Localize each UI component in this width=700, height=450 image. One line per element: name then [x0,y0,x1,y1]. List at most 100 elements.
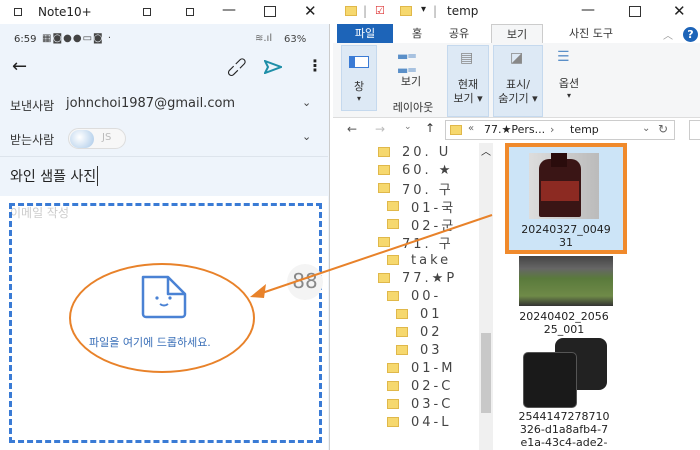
toolbar-icon[interactable] [143,8,151,16]
tree-folder-item[interactable]: 02 [396,323,443,341]
floating-menu-button[interactable]: 88 [287,264,323,300]
dropdown-icon: ▾ [356,94,361,103]
pane-button[interactable]: 창 ▾ [341,45,377,111]
quick-access-dropdown-icon[interactable]: ▾ [421,4,426,15]
folder-icon [378,147,390,157]
tree-folder-item[interactable]: 77.★P [378,269,457,287]
current-view-button[interactable]: ▤ 현재 보기 ▾ [447,45,489,117]
from-chevron-icon[interactable]: ⌄ [302,96,311,109]
tree-folder-item[interactable]: 00- [387,287,441,305]
current-view-label-2: 보기 ▾ [453,92,483,105]
file-smile-icon [141,275,187,319]
tree-folder-item[interactable]: 03 [396,341,443,359]
tree-folder-item[interactable]: 01 [396,305,443,323]
up-button[interactable]: ↑ [425,121,435,135]
folder-icon [345,6,357,16]
from-label: 보낸사람 [10,99,55,113]
file-name-line-3: e1a-43c4-ade2- [520,436,608,449]
layout-button[interactable]: ▬═ ▬═ 보기 [383,45,439,97]
tab-view[interactable]: 보기 [491,24,543,44]
scroll-up-icon[interactable]: ︿ [481,143,491,158]
file-item-selected[interactable]: 20240327_0049 31 [505,143,627,254]
tab-share[interactable]: 공유 [439,24,479,44]
tab-file[interactable]: 파일 [337,24,393,44]
send-icon[interactable] [264,60,282,74]
tree-folder-item[interactable]: 60. ★ [378,161,453,179]
phone-mirror-window: Note10+ — ✕ 6:59 ▦◙●●▭◙ · ≋.ıl 63% ← ⊂⊃ … [0,0,330,450]
subject-field[interactable]: 와인 샘플 사진 [10,166,99,186]
more-options-icon[interactable]: ⋮ [307,56,323,75]
breadcrumb-item[interactable]: temp [570,123,599,136]
file-item[interactable]: 20240402_2056 25_001 [513,256,625,336]
folder-name: 02-군 [411,218,457,234]
folder-name: 77.★P [402,270,458,286]
folder-icon [396,309,408,319]
status-time: 6:59 [14,34,37,45]
folder-name: 02 [420,324,443,340]
to-chevron-icon[interactable]: ⌄ [302,130,311,143]
folder-icon [378,273,390,283]
maximize-button[interactable] [629,6,641,17]
toolbar-icon[interactable] [186,8,194,16]
back-arrow-icon[interactable]: ← [12,56,27,77]
drop-zone[interactable] [9,203,322,443]
file-name: 2544147278710 [518,410,610,423]
file-name: 20240402_2056 [519,310,609,323]
maximize-button[interactable] [264,6,276,17]
recipient-avatar [70,130,94,148]
recent-dropdown[interactable]: ⌄ [404,122,412,132]
address-bar[interactable]: « 77.★Pers... › temp ⌄ ↻ [445,120,675,140]
folder-icon [378,237,390,247]
tree-folder-item[interactable]: 02-C [387,377,453,395]
battery-level: 63% [284,34,307,45]
tree-folder-item[interactable]: 02-군 [387,215,456,233]
tab-picture-tools[interactable]: 사진 도구 [553,24,629,44]
tree-folder-item[interactable]: 01-국 [387,197,456,215]
address-dropdown[interactable]: ⌄ [642,123,650,134]
tree-folder-item[interactable]: 01-M [387,359,455,377]
new-folder-icon[interactable] [400,6,412,16]
help-icon[interactable]: ? [683,27,698,42]
address-overflow[interactable]: « [468,123,474,134]
refresh-button[interactable]: ↻ [658,122,668,136]
close-button[interactable]: ✕ [673,2,686,20]
close-button[interactable]: ✕ [304,2,317,20]
properties-icon[interactable]: ☑ [375,4,385,17]
layout-icon: ▬═ ▬═ [397,49,416,77]
tree-folder-item[interactable]: 70. 구 [378,179,454,197]
tree-folder-item[interactable]: 03-C [387,395,453,413]
recipient-chip[interactable]: JS [68,128,126,149]
attach-icon[interactable]: ⊂⊃ [221,52,252,83]
breadcrumb-item[interactable]: 77.★Pers... [484,123,545,136]
show-hide-icon: ◪ [510,50,524,66]
file-item[interactable]: 2544147278710 326-d1a8afb4-7 e1a-43c4-ad… [513,338,625,450]
tree-folder-item[interactable]: 71. 구 [378,233,454,251]
forward-button[interactable]: → [375,122,385,136]
window-title: temp [447,4,479,18]
tab-home[interactable]: 홈 [397,24,437,44]
file-name-line-2: 25_001 [543,323,585,336]
folder-icon [387,381,399,391]
folder-name: 00- [411,288,442,304]
tree-folder-item[interactable]: 20. U [378,143,451,161]
layout-group-label: 레이아웃 [392,101,434,114]
scrollbar-thumb[interactable] [481,333,491,413]
folder-icon [378,183,390,193]
folder-icon [396,345,408,355]
show-hide-button[interactable]: ◪ 표시/ 숨기기 ▾ [493,45,543,117]
search-box[interactable] [689,120,700,140]
window-icon [14,8,22,16]
folder-icon [396,327,408,337]
minimize-button[interactable]: — [222,2,236,18]
tree-scrollbar[interactable]: ︿ [479,143,493,450]
folder-name: take [411,252,452,268]
options-button[interactable]: ☰ 옵션 ▾ [547,45,591,105]
collapse-ribbon-icon[interactable]: ︿ [663,27,673,42]
back-button[interactable]: ← [347,122,357,136]
minimize-button[interactable]: — [581,2,595,18]
tree-folder-item[interactable]: take [387,251,451,269]
from-field[interactable]: johnchoi1987@gmail.com [66,96,235,111]
tree-folder-item[interactable]: 04-L [387,413,451,431]
folder-name: 60. ★ [402,162,454,178]
folder-name: 71. 구 [402,236,454,252]
